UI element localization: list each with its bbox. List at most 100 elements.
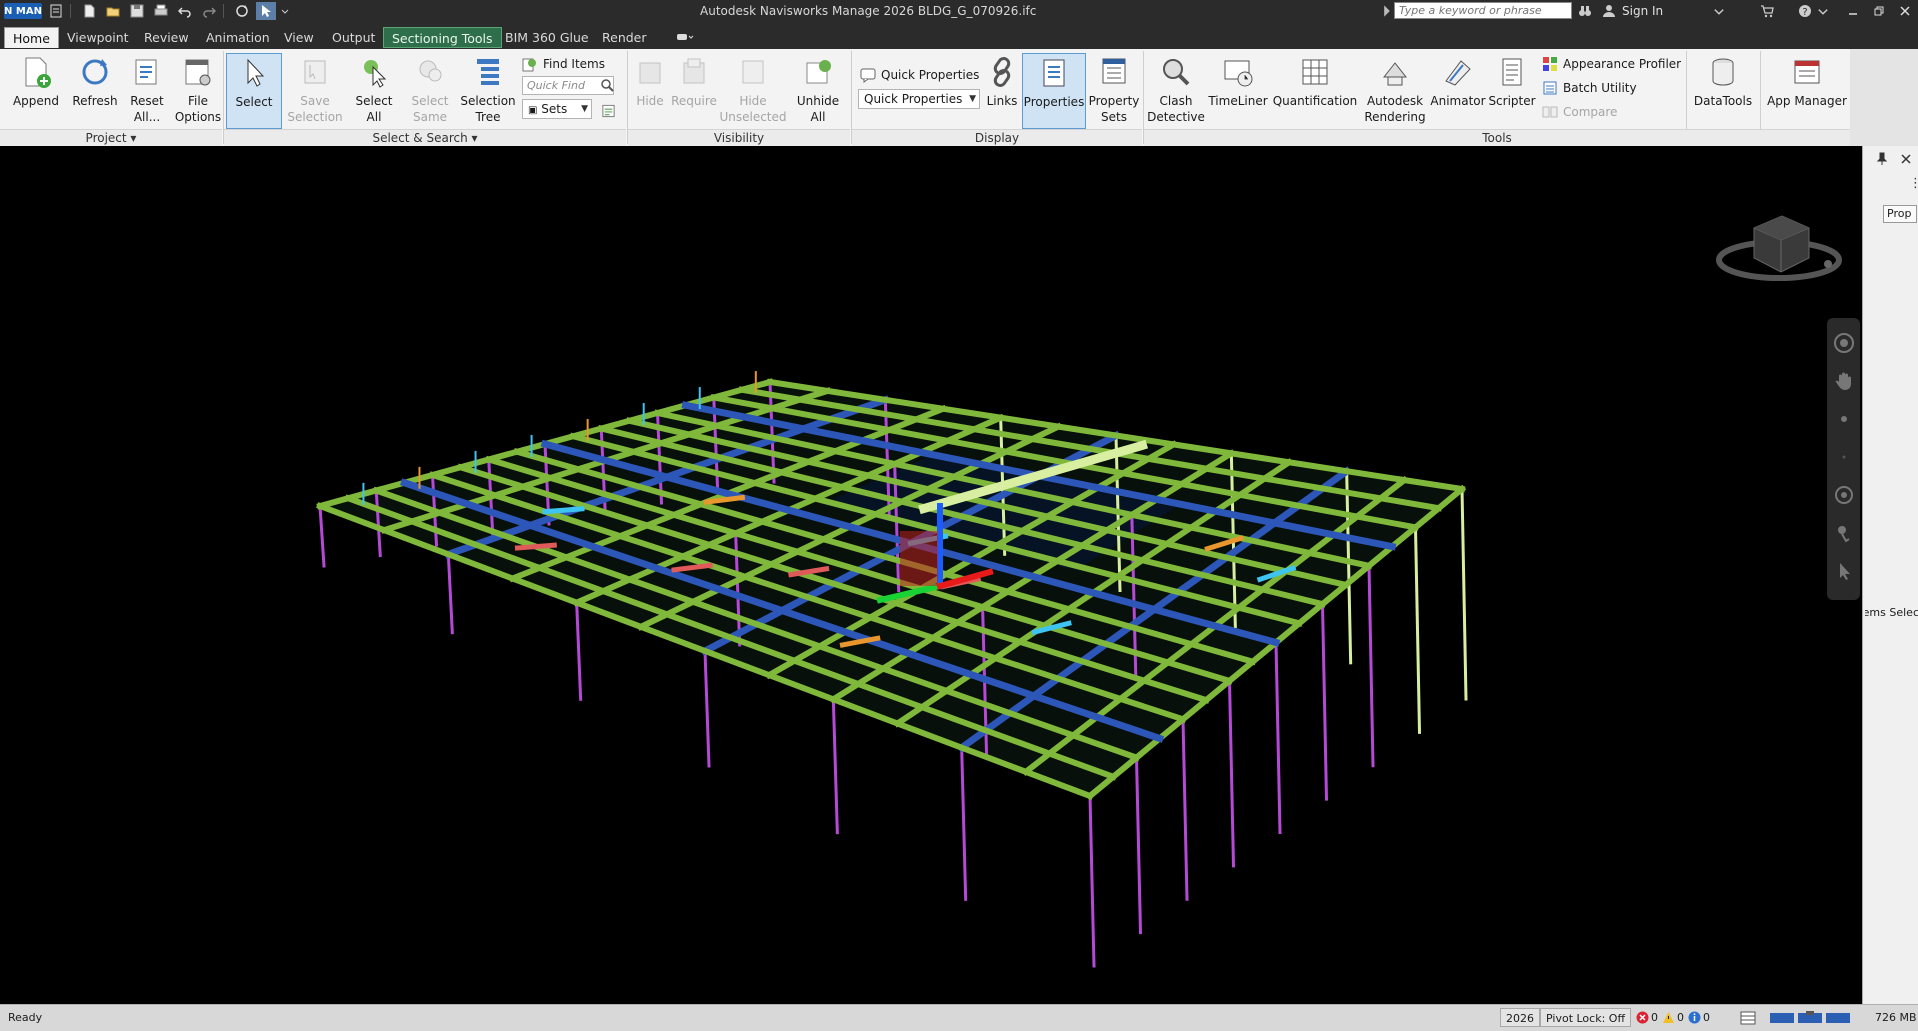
sign-in-link[interactable]: Sign In: [1622, 0, 1663, 22]
links-button[interactable]: Links: [982, 53, 1022, 129]
app-logo[interactable]: N MAN: [4, 3, 42, 19]
column[interactable]: [1181, 717, 1189, 901]
open-folder-icon[interactable]: [103, 2, 123, 20]
sheet-browser-icon[interactable]: [1740, 1011, 1756, 1025]
manage-sets-icon[interactable]: [601, 100, 621, 121]
tab-viewpoint[interactable]: Viewpoint: [59, 27, 137, 48]
column[interactable]: [960, 746, 968, 901]
pivot-lock-indicator[interactable]: Pivot Lock: Off: [1540, 1008, 1632, 1027]
pin-icon[interactable]: [1875, 152, 1889, 166]
pan-hand-icon[interactable]: [1831, 368, 1857, 394]
autodesk-rendering-button[interactable]: Autodesk Rendering: [1360, 53, 1430, 129]
tab-review[interactable]: Review: [136, 27, 197, 48]
tab-animation[interactable]: Animation: [198, 27, 278, 48]
cart-icon[interactable]: [1758, 2, 1776, 20]
save-selection-button[interactable]: Save Selection: [286, 53, 344, 129]
quick-find-icon[interactable]: [599, 74, 621, 95]
column[interactable]: [1134, 756, 1143, 935]
column[interactable]: [318, 504, 326, 568]
animator-button[interactable]: Animator: [1430, 53, 1486, 129]
print-icon[interactable]: [151, 2, 171, 20]
panel-label-select-search[interactable]: Select & Search ▾: [224, 129, 626, 146]
help-search-input[interactable]: [1394, 2, 1572, 19]
column[interactable]: [1367, 564, 1375, 768]
column[interactable]: [575, 601, 583, 701]
select-all-button[interactable]: Select All: [346, 53, 402, 129]
info-icon[interactable]: [1688, 1011, 1701, 1024]
help-icon[interactable]: ?: [1796, 2, 1814, 20]
property-sets-button[interactable]: Property Sets: [1086, 53, 1142, 129]
tab-overflow-icon[interactable]: [668, 27, 704, 48]
column[interactable]: [1320, 602, 1329, 801]
batch-utility-button[interactable]: Batch Utility: [1542, 77, 1637, 98]
hide-button[interactable]: Hide: [630, 53, 670, 129]
refresh-button[interactable]: Refresh: [68, 53, 122, 129]
selection-tree-button[interactable]: Selection Tree: [458, 53, 518, 129]
reset-all-button[interactable]: Reset All...: [124, 53, 170, 129]
close-icon[interactable]: [1899, 152, 1913, 166]
select-cursor-icon[interactable]: [256, 2, 276, 20]
require-button[interactable]: Require: [670, 53, 718, 129]
app-menu-icon[interactable]: [46, 2, 66, 20]
tab-bim-360-glue[interactable]: BIM 360 Glue: [497, 27, 597, 48]
undo-icon[interactable]: [175, 2, 195, 20]
orbit-icon[interactable]: [1831, 482, 1857, 508]
chevron-down-icon[interactable]: [1710, 2, 1728, 20]
chevron-down-icon[interactable]: [1814, 2, 1832, 20]
quick-properties-select[interactable]: Quick Properties ▼: [858, 89, 980, 109]
orbit-dot-icon[interactable]: [1831, 444, 1857, 470]
brace[interactable]: [514, 542, 558, 551]
unhide-all-button[interactable]: Unhide All: [792, 53, 844, 129]
column[interactable]: [1274, 640, 1282, 835]
append-button[interactable]: Append: [10, 53, 62, 129]
user-icon[interactable]: [1600, 2, 1618, 20]
quantification-button[interactable]: Quantification: [1270, 53, 1360, 129]
3d-viewport[interactable]: [0, 146, 1862, 1004]
appearance-profiler-button[interactable]: Appearance Profiler: [1542, 53, 1681, 74]
column[interactable]: [1413, 525, 1422, 734]
properties-tab[interactable]: Prop: [1883, 205, 1917, 223]
properties-button[interactable]: Properties: [1022, 53, 1086, 129]
tab-home[interactable]: Home: [4, 27, 59, 48]
zoom-dot-icon[interactable]: [1831, 406, 1857, 432]
viewcube[interactable]: [1714, 188, 1844, 298]
more-options-icon[interactable]: ⋮: [1909, 176, 1918, 191]
steeringwheel-icon[interactable]: [1831, 330, 1857, 356]
tab-render[interactable]: Render: [594, 27, 655, 48]
column[interactable]: [831, 697, 839, 835]
tab-sectioning-tools[interactable]: Sectioning Tools: [383, 27, 502, 48]
close-icon[interactable]: [1892, 0, 1918, 22]
restore-icon[interactable]: [1866, 0, 1892, 22]
save-icon[interactable]: [127, 2, 147, 20]
column[interactable]: [446, 552, 454, 635]
error-icon[interactable]: [1636, 1011, 1649, 1024]
refresh-icon[interactable]: [232, 2, 252, 20]
select-same-button[interactable]: Select Same: [404, 53, 456, 129]
hide-unselected-button[interactable]: Hide Unselected: [718, 53, 788, 129]
app-manager-button[interactable]: App Manager: [1764, 53, 1850, 129]
datatools-button[interactable]: DataTools: [1692, 53, 1754, 129]
chevron-down-icon[interactable]: [280, 2, 290, 20]
quick-properties-button[interactable]: Quick Properties: [860, 64, 979, 85]
structural-model[interactable]: [0, 146, 1862, 1004]
column[interactable]: [1460, 487, 1468, 701]
sets-dropdown[interactable]: ▣ Sets ▼: [522, 99, 592, 119]
minimize-icon[interactable]: [1840, 0, 1866, 22]
panel-label-project[interactable]: Project ▾: [0, 129, 222, 146]
tab-output[interactable]: Output: [324, 27, 383, 48]
compare-button[interactable]: Compare: [1542, 101, 1617, 122]
file-options-button[interactable]: File Options: [172, 53, 224, 129]
warning-icon[interactable]: [1662, 1011, 1675, 1024]
new-file-icon[interactable]: [79, 2, 99, 20]
clash-detective-button[interactable]: Clash Detective: [1146, 53, 1206, 129]
column[interactable]: [1088, 794, 1096, 968]
redo-icon[interactable]: [199, 2, 219, 20]
look-around-icon[interactable]: [1831, 520, 1857, 546]
select-button[interactable]: Select: [226, 53, 282, 129]
timeliner-button[interactable]: TimeLiner: [1206, 53, 1270, 129]
tab-view[interactable]: View: [276, 27, 322, 48]
column[interactable]: [703, 649, 711, 768]
column[interactable]: [1227, 679, 1236, 868]
brace[interactable]: [542, 506, 585, 515]
binoculars-icon[interactable]: [1576, 2, 1594, 20]
